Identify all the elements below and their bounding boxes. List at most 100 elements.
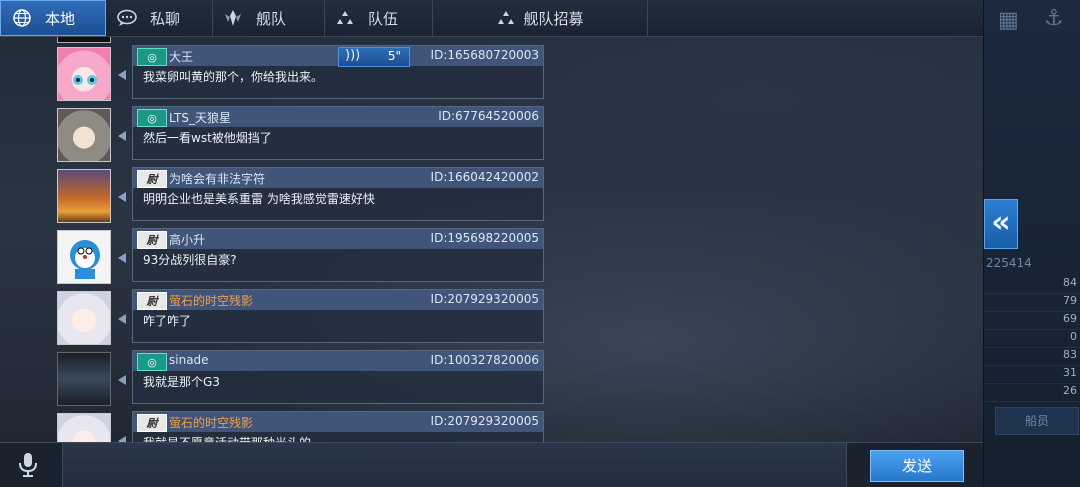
chat-message: 尉 为啥会有非法字符 ID:166042420002 明明企业也是美系重雷 为啥… bbox=[0, 167, 560, 225]
tab-label: 私聊 bbox=[150, 9, 181, 28]
rank-badge-icon: ◎ bbox=[137, 109, 167, 127]
bubble-pointer bbox=[118, 131, 126, 141]
chat-input-bar: 发送 bbox=[0, 442, 983, 487]
voice-duration: 5" bbox=[387, 49, 401, 63]
sender-id: ID:195698220005 bbox=[430, 231, 539, 245]
message-text: 我就是不愿意活动带那种光头的 bbox=[143, 434, 311, 442]
message-header: 尉 萤石的时空残影 ID:207929320005 bbox=[133, 290, 543, 310]
recruit-triangle-icon bbox=[495, 7, 517, 29]
bubble-pointer bbox=[118, 70, 126, 80]
avatar bbox=[57, 37, 111, 43]
avatar[interactable] bbox=[57, 413, 111, 442]
stat-row: 84 bbox=[984, 276, 1080, 294]
message-header: 尉 高小升 ID:195698220005 bbox=[133, 229, 543, 249]
message-text: 咋了咋了 bbox=[143, 314, 192, 328]
message-bubble[interactable]: 尉 高小升 ID:195698220005 93分战列很自豪? bbox=[132, 228, 544, 282]
sender-name[interactable]: 大王 bbox=[169, 48, 193, 65]
message-bubble[interactable]: ◎ LTS_天狼星 ID:67764520006 然后一看wst被他烟挡了 bbox=[132, 106, 544, 160]
tab-label: 舰队 bbox=[256, 9, 287, 28]
chat-message: ◎ LTS_天狼星 ID:67764520006 然后一看wst被他烟挡了 bbox=[0, 106, 560, 164]
bubble-pointer bbox=[118, 314, 126, 324]
sender-id: ID:67764520006 bbox=[438, 109, 539, 123]
stat-row: 0 bbox=[984, 330, 1080, 348]
chat-bubble-icon bbox=[116, 7, 138, 29]
fleet-emblem-icon bbox=[222, 7, 244, 29]
message-text: 明明企业也是美系重雷 为啥我感觉雷速好快 bbox=[143, 192, 375, 206]
rank-badge-icon: 尉 bbox=[137, 292, 167, 310]
message-text: 我就是那个G3 bbox=[143, 375, 220, 389]
rank-badge-icon: ◎ bbox=[137, 353, 167, 371]
sender-id: ID:207929320005 bbox=[430, 414, 539, 428]
double-chevron-left-icon: « bbox=[991, 205, 1011, 240]
tab-label: 本地 bbox=[45, 9, 76, 28]
microphone-icon bbox=[19, 453, 37, 477]
sender-name[interactable]: 为啥会有非法字符 bbox=[169, 170, 265, 187]
chat-tab-bar: 本地 私聊 舰队 队伍 舰队招募 bbox=[0, 0, 983, 37]
avatar[interactable] bbox=[57, 291, 111, 345]
crew-button[interactable]: 船员 bbox=[995, 407, 1079, 435]
avatar[interactable] bbox=[57, 169, 111, 223]
tab-fleet-recruit[interactable]: 舰队招募 bbox=[432, 0, 648, 36]
message-text: 93分战列很自豪? bbox=[143, 253, 237, 267]
message-bubble[interactable]: 尉 萤石的时空残影 ID:207929320005 我就是不愿意活动带那种光头的 bbox=[132, 411, 544, 442]
rank-badge-icon: 尉 bbox=[137, 414, 167, 432]
sender-name[interactable]: 萤石的时空残影 bbox=[169, 292, 253, 309]
stat-row: 83 bbox=[984, 348, 1080, 366]
message-bubble[interactable]: 尉 萤石的时空残影 ID:207929320005 咋了咋了 bbox=[132, 289, 544, 343]
tab-fleet[interactable]: 舰队 bbox=[212, 0, 325, 36]
sender-id: ID:165680720003 bbox=[430, 48, 539, 62]
message-bubble[interactable]: 尉 为啥会有非法字符 ID:166042420002 明明企业也是美系重雷 为啥… bbox=[132, 167, 544, 221]
sender-name[interactable]: 高小升 bbox=[169, 231, 205, 248]
chat-message: ◎ sinade ID:100327820006 我就是那个G3 bbox=[0, 350, 560, 408]
stat-row: 31 bbox=[984, 366, 1080, 384]
tab-private[interactable]: 私聊 bbox=[106, 0, 213, 36]
message-input[interactable] bbox=[62, 443, 847, 487]
message-text: 我菜卵叫黄的那个，你给我出来。 bbox=[143, 70, 324, 84]
microphone-button[interactable] bbox=[16, 451, 40, 479]
chat-message: 尉 高小升 ID:195698220005 93分战列很自豪? bbox=[0, 228, 560, 286]
avatar[interactable] bbox=[57, 230, 111, 284]
chat-message: 尉 萤石的时空残影 ID:207929320005 咋了咋了 bbox=[0, 289, 560, 347]
message-header: 尉 为啥会有非法字符 ID:166042420002 bbox=[133, 168, 543, 188]
globe-icon bbox=[11, 7, 33, 29]
chat-message-list[interactable]: ◎ 大王 ))) 5" ID:165680720003 我菜卵叫黄的那个，你给我… bbox=[0, 37, 983, 442]
message-header: 尉 萤石的时空残影 ID:207929320005 bbox=[133, 412, 543, 432]
voice-message-button[interactable]: ))) 5" bbox=[338, 47, 410, 67]
tab-label: 舰队招募 bbox=[523, 9, 584, 28]
message-bubble[interactable]: ◎ sinade ID:100327820006 我就是那个G3 bbox=[132, 350, 544, 404]
rank-badge-icon: 尉 bbox=[137, 170, 167, 188]
grid-icon: ▦ bbox=[998, 8, 1019, 33]
message-header: ◎ sinade ID:100327820006 bbox=[133, 351, 543, 371]
tab-local[interactable]: 本地 bbox=[0, 0, 106, 36]
anchor-icon: ⚓ bbox=[1044, 6, 1064, 31]
team-triangle-icon bbox=[334, 7, 356, 29]
side-panel-number: 225414 bbox=[986, 256, 1032, 270]
bubble-pointer bbox=[118, 192, 126, 202]
rank-badge-icon: ◎ bbox=[137, 48, 167, 66]
stat-row: 26 bbox=[984, 384, 1080, 402]
collapse-chat-button[interactable]: « bbox=[984, 199, 1018, 249]
sender-id: ID:166042420002 bbox=[430, 170, 539, 184]
avatar[interactable] bbox=[57, 352, 111, 406]
stat-row: 79 bbox=[984, 294, 1080, 312]
sender-name[interactable]: LTS_天狼星 bbox=[169, 109, 231, 126]
sender-id: ID:100327820006 bbox=[430, 353, 539, 367]
bubble-pointer bbox=[118, 375, 126, 385]
chat-message: ◎ 大王 ))) 5" ID:165680720003 我菜卵叫黄的那个，你给我… bbox=[0, 45, 560, 103]
message-text: 然后一看wst被他烟挡了 bbox=[143, 131, 272, 145]
chat-message: 尉 萤石的时空残影 ID:207929320005 我就是不愿意活动带那种光头的 bbox=[0, 411, 560, 442]
sender-name[interactable]: sinade bbox=[169, 353, 209, 367]
avatar[interactable] bbox=[57, 108, 111, 162]
message-bubble[interactable]: ◎ 大王 ))) 5" ID:165680720003 我菜卵叫黄的那个，你给我… bbox=[132, 45, 544, 99]
stat-row: 69 bbox=[984, 312, 1080, 330]
avatar[interactable] bbox=[57, 47, 111, 101]
sender-name[interactable]: 萤石的时空残影 bbox=[169, 414, 253, 431]
rank-badge-icon: 尉 bbox=[137, 231, 167, 249]
sender-id: ID:207929320005 bbox=[430, 292, 539, 306]
tab-label: 队伍 bbox=[368, 9, 399, 28]
send-button[interactable]: 发送 bbox=[870, 450, 964, 482]
sound-wave-icon: ))) bbox=[345, 48, 361, 63]
bubble-pointer bbox=[118, 253, 126, 263]
message-header: ◎ LTS_天狼星 ID:67764520006 bbox=[133, 107, 543, 127]
tab-team[interactable]: 队伍 bbox=[324, 0, 433, 36]
